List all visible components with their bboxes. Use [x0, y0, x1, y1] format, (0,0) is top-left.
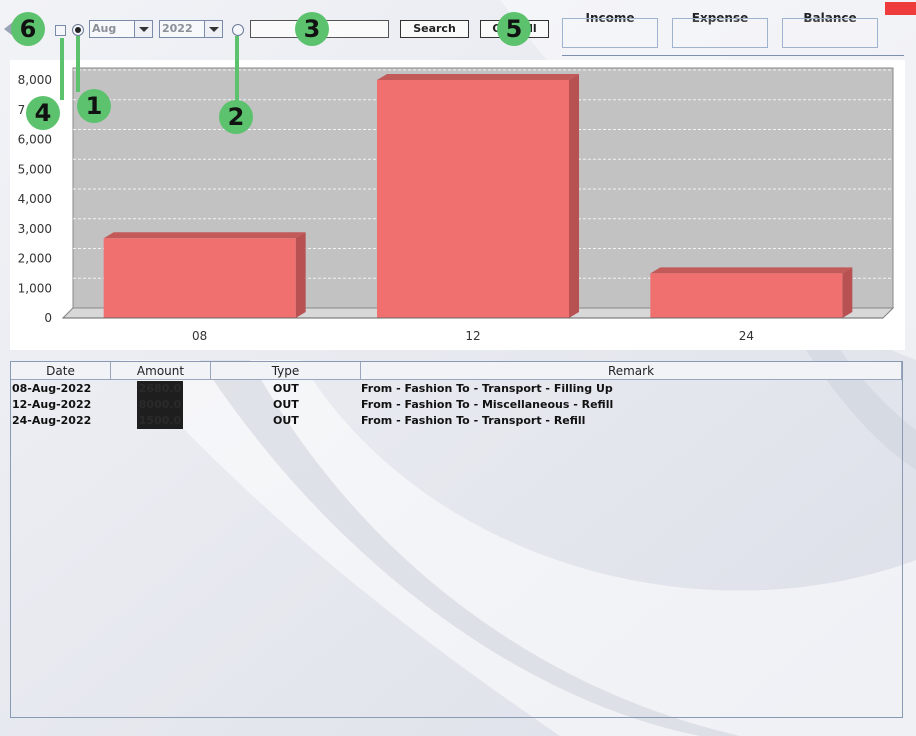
x-tick-label: 24: [739, 329, 754, 343]
bar-side: [295, 232, 306, 318]
y-tick-label: 8,000: [18, 73, 52, 87]
transactions-table: Date Amount Type Remark 08-Aug-2022 2680…: [10, 361, 903, 718]
chevron-down-icon: [204, 21, 222, 37]
y-tick-label: 3,000: [18, 222, 52, 236]
amount-cell: 8000.0: [137, 397, 183, 413]
y-tick-label: 2,000: [18, 252, 52, 266]
bar: [650, 273, 843, 318]
callout-stem: [60, 38, 64, 100]
column-header-date[interactable]: Date: [11, 362, 111, 380]
month-select[interactable]: Aug: [89, 20, 153, 38]
amount-cell: 1500.0: [137, 413, 183, 429]
search-radio[interactable]: [232, 24, 244, 36]
callout-marker-5: 5: [497, 12, 531, 46]
bar-top: [103, 232, 306, 239]
bar-top: [377, 74, 579, 80]
header-divider: [562, 55, 904, 56]
type-cell: OUT: [273, 414, 299, 427]
date-cell: 24-Aug-2022: [12, 414, 92, 427]
income-value-box: [562, 18, 658, 48]
remark-cell: From - Fashion To - Transport - Refill: [361, 414, 586, 427]
x-tick-label: 12: [465, 329, 480, 343]
chevron-down-icon: [134, 21, 152, 37]
chart-panel: 01,0002,0003,0004,0005,0006,0007,0008,00…: [10, 60, 905, 350]
callout-marker-1: 1: [77, 89, 111, 123]
type-cell: OUT: [273, 382, 299, 395]
month-radio[interactable]: [72, 24, 84, 36]
column-header-type[interactable]: Type: [211, 362, 361, 380]
date-cell: 08-Aug-2022: [12, 382, 92, 395]
callout-marker-6: 6: [11, 12, 45, 46]
table-row[interactable]: 08-Aug-2022 2680.0 OUT From - Fashion To…: [11, 381, 902, 397]
column-header-remark[interactable]: Remark: [361, 362, 902, 380]
callout-marker-2: 2: [219, 100, 253, 134]
close-button[interactable]: [885, 2, 916, 15]
column-header-amount[interactable]: Amount: [111, 362, 211, 380]
month-select-value: Aug: [92, 22, 117, 35]
overall-checkbox[interactable]: [55, 25, 66, 36]
y-tick-label: 6,000: [18, 133, 52, 147]
x-tick-label: 08: [192, 329, 207, 343]
bar-side: [842, 267, 853, 318]
date-cell: 12-Aug-2022: [12, 398, 92, 411]
y-tick-label: 5,000: [18, 162, 52, 176]
y-tick-label: 4,000: [18, 192, 52, 206]
callout-stem: [235, 36, 239, 102]
search-button[interactable]: Search: [400, 20, 469, 38]
callout-stem: [76, 36, 80, 92]
amount-cell: 2680.0: [137, 381, 183, 397]
table-row[interactable]: 24-Aug-2022 1500.0 OUT From - Fashion To…: [11, 413, 902, 429]
y-tick-label: 0: [44, 311, 52, 325]
bar-side: [569, 74, 579, 318]
callout-marker-3: 3: [295, 12, 329, 46]
type-cell: OUT: [273, 398, 299, 411]
bar-top: [650, 267, 853, 274]
table-row[interactable]: 12-Aug-2022 8000.0 OUT From - Fashion To…: [11, 397, 902, 413]
callout-marker-4: 4: [26, 96, 60, 130]
bar: [377, 80, 569, 318]
y-tick-label: 1,000: [18, 281, 52, 295]
bar-chart: 01,0002,0003,0004,0005,0006,0007,0008,00…: [18, 67, 895, 343]
expense-value-box: [672, 18, 768, 48]
bar: [103, 238, 296, 318]
balance-value-box: [782, 18, 878, 48]
remark-cell: From - Fashion To - Miscellaneous - Refi…: [361, 398, 614, 411]
year-select-value: 2022: [162, 22, 193, 35]
year-select[interactable]: 2022: [159, 20, 223, 38]
remark-cell: From - Fashion To - Transport - Filling …: [361, 382, 613, 395]
